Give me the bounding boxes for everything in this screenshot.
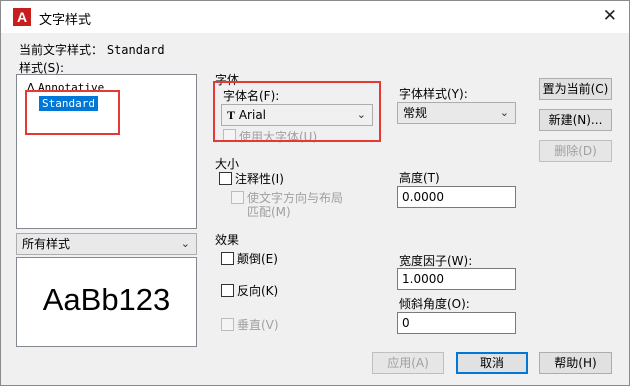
styles-listbox[interactable]: Δ Annotative Standard [16, 74, 197, 229]
text-style-dialog: A 文字样式 ✕ 当前文字样式： Standard 样式(S): Δ Annot… [0, 0, 630, 386]
font-group-label: 字体 [215, 73, 240, 87]
width-factor-input[interactable]: 1.0000 [397, 268, 516, 290]
list-item-annotative[interactable]: Δ Annotative [27, 81, 104, 94]
current-style-value: Standard [106, 43, 165, 57]
vertical-checkbox[interactable] [221, 318, 234, 331]
new-style-button[interactable]: 新建(N)... [539, 109, 612, 131]
backwards-checkbox[interactable] [221, 284, 234, 297]
chevron-down-icon: ⌄ [499, 106, 509, 119]
chevron-down-icon: ⌄ [356, 108, 366, 121]
cancel-button[interactable]: 取消 [456, 352, 528, 374]
set-current-button[interactable]: 置为当前(C) [539, 78, 612, 100]
match-orientation-checkbox[interactable] [231, 191, 244, 204]
current-style-label: 当前文字样式： Standard [19, 43, 165, 57]
preview-text: AaBb123 [42, 282, 171, 317]
bigfont-label: 使用大字体(U) [239, 130, 318, 144]
oblique-angle-input[interactable]: 0 [397, 312, 516, 334]
font-name-dropdown[interactable]: T Arial ⌄ [221, 104, 373, 126]
truetype-icon: T [227, 108, 236, 122]
list-item-standard[interactable]: Standard [39, 96, 98, 111]
chevron-down-icon: ⌄ [180, 237, 190, 250]
delete-style-button[interactable]: 删除(D) [539, 140, 612, 162]
upside-down-label: 颠倒(E) [237, 252, 278, 266]
upside-down-checkbox[interactable] [221, 252, 234, 265]
width-factor-label: 宽度因子(W): [399, 254, 473, 268]
autocad-app-icon: A [13, 8, 31, 26]
annotative-checkbox[interactable] [219, 172, 232, 185]
effects-group-label: 效果 [215, 233, 240, 247]
help-button[interactable]: 帮助(H) [539, 352, 612, 374]
oblique-angle-label: 倾斜角度(O): [399, 297, 470, 311]
apply-button[interactable]: 应用(A) [372, 352, 444, 374]
annotative-icon: Δ [27, 81, 35, 94]
bigfont-checkbox[interactable] [223, 129, 236, 142]
vertical-label: 垂直(V) [237, 318, 279, 332]
font-style-dropdown[interactable]: 常规 ⌄ [397, 102, 516, 124]
backwards-label: 反向(K) [237, 284, 279, 298]
font-style-label: 字体样式(Y): [399, 87, 468, 101]
height-input[interactable]: 0.0000 [397, 186, 516, 208]
font-name-label: 字体名(F): [223, 89, 280, 103]
close-icon[interactable]: ✕ [603, 6, 617, 26]
dialog-title: 文字样式 [39, 13, 92, 28]
style-filter-dropdown[interactable]: 所有样式 ⌄ [16, 233, 197, 255]
style-preview: AaBb123 [16, 257, 197, 347]
height-label: 高度(T) [399, 171, 440, 185]
annotative-label: 注释性(I) [235, 172, 284, 186]
title-bar: A 文字样式 ✕ [1, 1, 629, 33]
match-orientation-label-2: 匹配(M) [247, 205, 291, 219]
